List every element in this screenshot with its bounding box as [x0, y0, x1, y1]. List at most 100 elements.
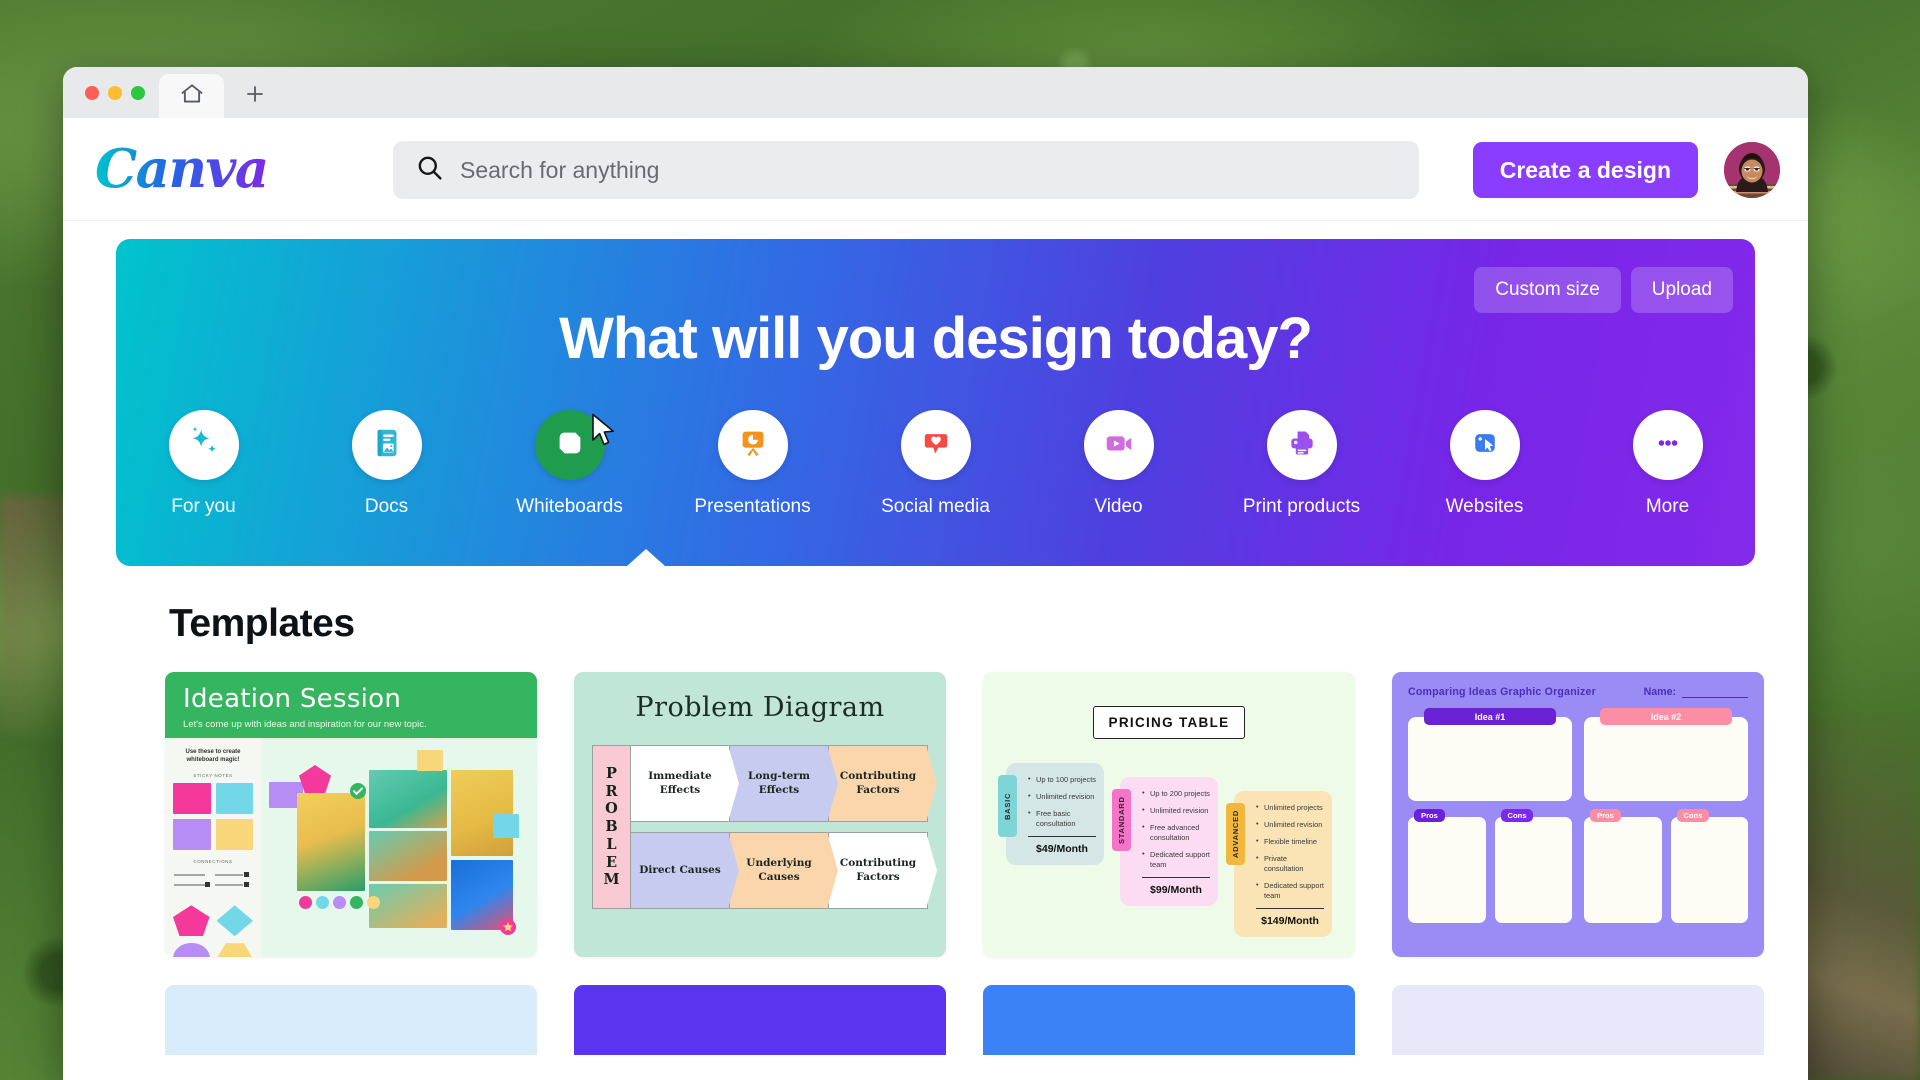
design-type-websites[interactable]: Websites	[1421, 410, 1549, 518]
avatar-photo	[1724, 142, 1780, 198]
template-card-pricing-table[interactable]: PRICING TABLE BASIC Up to 100 projects U…	[983, 672, 1355, 957]
organizer-name-field: Name:	[1644, 686, 1748, 698]
for-you-circle	[168, 410, 239, 480]
organizer-columns: Idea #1 Pros Cons Idea #2 Pros Cons	[1408, 708, 1748, 923]
template-card-ideation-session[interactable]: Ideation Session Let's come up with idea…	[165, 672, 537, 957]
ideation-header: Ideation Session Let's come up with idea…	[165, 672, 537, 738]
chevron-cell: Direct Causes	[631, 832, 730, 909]
chevron-cell: Contributing Factors	[829, 745, 928, 822]
plan-feature: Unlimited revision	[1142, 805, 1210, 816]
pricing-plan-advanced: ADVANCED Unlimited projects Unlimited re…	[1226, 791, 1332, 938]
design-type-label: Print products	[1242, 496, 1361, 517]
ideation-toolbox-note: Use these to create whiteboard magic!	[185, 749, 241, 764]
browser-tab-home[interactable]	[159, 74, 224, 118]
pricing-plans: BASIC Up to 100 projects Unlimited revis…	[998, 763, 1339, 938]
home-icon	[179, 81, 205, 112]
plan-features: Up to 200 projects Unlimited revision Fr…	[1142, 788, 1210, 870]
close-window-button[interactable]	[85, 85, 99, 100]
organizer-name-line	[1682, 686, 1748, 698]
window-controls	[63, 67, 159, 118]
problem-spine: PROBLEM	[592, 745, 631, 909]
canva-logo[interactable]: Canva	[95, 138, 269, 200]
board-photo	[369, 884, 447, 928]
templates-grid-next-row	[165, 985, 1808, 1055]
idea-box: Idea #1	[1408, 708, 1572, 801]
search-icon	[415, 153, 444, 187]
pros-cons-row: Pros Cons	[1408, 809, 1572, 923]
connector-line	[174, 871, 249, 877]
pros-chip: Pros	[1590, 809, 1621, 822]
organizer-title: Comparing Ideas Graphic Organizer	[1408, 686, 1596, 698]
more-circle	[1632, 410, 1703, 480]
cons-box: Cons	[1494, 809, 1572, 923]
ideation-connector-samples	[173, 869, 253, 889]
print-products-circle	[1266, 410, 1337, 480]
plan-tag: STANDARD	[1112, 789, 1131, 851]
template-card-comparing-ideas[interactable]: Comparing Ideas Graphic Organizer Name: …	[1392, 672, 1764, 957]
design-type-docs[interactable]: Docs	[323, 410, 451, 518]
design-type-social-media[interactable]: Social media	[872, 410, 1000, 518]
design-type-print-products[interactable]: Print products	[1238, 410, 1366, 518]
design-type-whiteboards[interactable]: Whiteboards	[506, 410, 634, 518]
board-photo	[369, 831, 447, 881]
star-badge-icon	[500, 919, 516, 935]
banner-title: What will you design today?	[559, 306, 1313, 371]
design-type-label: For you	[171, 496, 236, 517]
template-card-partial[interactable]	[165, 985, 537, 1055]
ideation-shape-samples	[173, 905, 253, 957]
cons-chip: Cons	[1500, 809, 1534, 822]
cons-chip: Cons	[1676, 809, 1710, 822]
pricing-plan-basic: BASIC Up to 100 projects Unlimited revis…	[998, 763, 1104, 866]
pros-cons-row: Pros Cons	[1584, 809, 1748, 923]
plan-feature: Unlimited revision	[1256, 819, 1324, 830]
ideation-connections-label: CONNECTIONS	[193, 859, 233, 865]
pentagon-shape	[173, 905, 210, 937]
pros-chip: Pros	[1414, 809, 1445, 822]
plan-price: $149/Month	[1256, 908, 1324, 927]
connector-line	[174, 881, 249, 887]
plan-feature: Private consultation	[1256, 853, 1324, 874]
video-circle	[1083, 410, 1154, 480]
idea-chip: Idea #1	[1424, 708, 1556, 725]
search-bar[interactable]: Search for anything	[393, 141, 1419, 199]
idea-chip: Idea #2	[1600, 708, 1732, 725]
organizer-column-idea-2: Idea #2 Pros Cons	[1584, 708, 1748, 923]
document-icon	[370, 426, 404, 465]
maximize-window-button[interactable]	[131, 85, 145, 100]
avatar[interactable]	[1724, 142, 1780, 198]
whiteboard-icon	[553, 426, 587, 465]
diamond-shape	[216, 905, 253, 937]
plan-feature: Unlimited projects	[1256, 802, 1324, 813]
problem-row-effects: Immediate Effects Long-term Effects Cont…	[631, 745, 928, 822]
plan-feature: Dedicated support team	[1142, 849, 1210, 870]
video-camera-icon	[1102, 426, 1136, 465]
chevron-cell: Contributing Factors	[829, 832, 928, 909]
design-type-presentations[interactable]: Presentations	[689, 410, 817, 518]
design-type-for-you[interactable]: For you	[140, 410, 268, 518]
sticky-note	[215, 819, 253, 851]
template-card-problem-diagram[interactable]: Problem Diagram PROBLEM Immediate Effect…	[574, 672, 946, 957]
create-a-design-button[interactable]: Create a design	[1472, 142, 1698, 198]
pros-box: Pros	[1408, 809, 1486, 923]
template-card-partial[interactable]	[1392, 985, 1764, 1055]
presentations-circle	[717, 410, 788, 480]
upload-button[interactable]: Upload	[1630, 267, 1733, 313]
board-sticky	[493, 814, 519, 838]
new-tab-button[interactable]	[224, 74, 286, 118]
check-badge-icon	[350, 783, 366, 799]
custom-size-button[interactable]: Custom size	[1474, 267, 1621, 313]
template-card-partial[interactable]	[983, 985, 1355, 1055]
design-type-label: Social media	[881, 496, 990, 517]
design-type-label: Docs	[364, 496, 409, 517]
plan-feature: Free basic consultation	[1028, 808, 1096, 829]
template-card-partial[interactable]	[574, 985, 946, 1055]
ideation-body: Use these to create whiteboard magic! ST…	[165, 738, 537, 957]
problem-diagram-body: PROBLEM Immediate Effects Long-term Effe…	[592, 745, 928, 909]
design-type-more[interactable]: More	[1604, 410, 1732, 518]
chevron-cell: Underlying Causes	[730, 832, 829, 909]
design-type-video[interactable]: Video	[1055, 410, 1183, 518]
search-input[interactable]: Search for anything	[460, 157, 659, 184]
sticky-note	[173, 783, 211, 815]
minimize-window-button[interactable]	[108, 85, 122, 100]
organizer-name-label: Name:	[1643, 686, 1676, 698]
